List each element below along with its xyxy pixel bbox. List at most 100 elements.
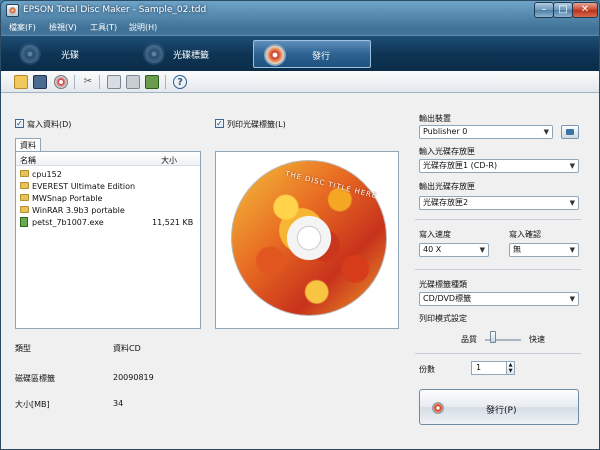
speed-label: 快速 bbox=[529, 335, 545, 344]
copies-stepper[interactable]: ▲ ▼ bbox=[506, 361, 515, 375]
printer-status-icon[interactable] bbox=[126, 75, 140, 89]
tab-disc-label: 光碟 bbox=[61, 51, 80, 61]
chevron-down-icon: ▼ bbox=[569, 246, 575, 254]
publish-disc-icon[interactable] bbox=[54, 75, 68, 89]
tab-label-text: 光碟標籤 bbox=[173, 51, 210, 61]
save-icon[interactable] bbox=[33, 75, 47, 89]
tab-disc[interactable]: 光碟 bbox=[5, 40, 125, 68]
list-item[interactable]: MWSnap Portable bbox=[20, 192, 198, 204]
mode-tabs: 光碟 光碟標籤 發行 bbox=[1, 35, 599, 71]
label-type-label: 光碟標籤種類 bbox=[419, 280, 467, 289]
close-button[interactable]: ✕ bbox=[572, 2, 598, 18]
output-device-value: Publisher 0 bbox=[423, 127, 468, 136]
file-list[interactable]: 名稱 大小 cpu152 EVEREST Ultimate Edition MW… bbox=[15, 151, 201, 329]
toolbar: ✂ ? bbox=[1, 71, 599, 93]
tab-publish-label: 發行 bbox=[312, 52, 331, 62]
app-icon bbox=[6, 4, 19, 17]
window-title: EPSON Total Disc Maker - Sample_02.tdd bbox=[23, 5, 207, 15]
publish-icon bbox=[432, 402, 444, 414]
toolbar-separator bbox=[99, 75, 100, 89]
main-content: ✓ 寫入資料(D) ✓ 列印光碟標籤(L) 資料 名稱 大小 cpu152 EV… bbox=[1, 93, 599, 449]
maximize-button[interactable]: □ bbox=[553, 2, 573, 18]
help-icon[interactable]: ? bbox=[173, 75, 187, 89]
list-header: 名稱 大小 bbox=[16, 152, 200, 166]
input-stacker-value: 光碟存放匣1 (CD-R) bbox=[423, 161, 498, 170]
info-size-value: 34 bbox=[113, 399, 124, 408]
write-speed-value: 40 X bbox=[423, 245, 442, 254]
publish-button[interactable]: 發行(P) bbox=[419, 389, 579, 425]
item-name: WinRAR 3.9b3 portable bbox=[32, 206, 125, 215]
menu-help[interactable]: 說明(H) bbox=[129, 22, 157, 33]
verify-label: 寫入確認 bbox=[509, 230, 541, 239]
output-device-select[interactable]: Publisher 0 ▼ bbox=[419, 125, 553, 139]
info-type-value: 資料CD bbox=[113, 344, 141, 353]
menu-tools[interactable]: 工具(T) bbox=[90, 22, 117, 33]
item-name: cpu152 bbox=[32, 170, 62, 179]
write-data-label: 寫入資料(D) bbox=[27, 120, 72, 129]
publish-icon bbox=[264, 44, 286, 66]
divider bbox=[415, 353, 581, 354]
list-item[interactable]: EVEREST Ultimate Edition bbox=[20, 180, 198, 192]
publish-button-label: 發行(P) bbox=[486, 406, 517, 416]
print-mode-slider[interactable] bbox=[490, 331, 496, 343]
output-stacker-select[interactable]: 光碟存放匣2 ▼ bbox=[419, 196, 579, 210]
device-settings-button[interactable] bbox=[561, 125, 579, 139]
folder-icon bbox=[20, 182, 29, 189]
menu-file[interactable]: 檔案(F) bbox=[9, 22, 36, 33]
tab-disc-label-design[interactable]: 光碟標籤 bbox=[129, 40, 249, 68]
write-speed-select[interactable]: 40 X ▼ bbox=[419, 243, 489, 257]
write-data-checkbox[interactable]: ✓ bbox=[15, 119, 24, 128]
chevron-down-icon: ▼ bbox=[569, 295, 575, 303]
divider bbox=[415, 269, 581, 270]
tools-icon[interactable]: ✂ bbox=[81, 75, 95, 89]
executable-file-icon bbox=[20, 217, 28, 227]
menu-view[interactable]: 檢視(V) bbox=[49, 22, 77, 33]
list-item[interactable]: cpu152 bbox=[20, 168, 198, 180]
output-stacker-label: 輸出光碟存放匣 bbox=[419, 182, 475, 191]
folder-icon bbox=[20, 206, 29, 213]
input-stacker-select[interactable]: 光碟存放匣1 (CD-R) ▼ bbox=[419, 159, 579, 173]
verify-value: 無 bbox=[513, 245, 521, 254]
disc-title-text: THE DISC TITLE HERE bbox=[284, 169, 378, 201]
info-type-key: 類型 bbox=[15, 344, 31, 353]
list-item[interactable]: petst_7b1007.exe 11,521 KB bbox=[20, 216, 198, 228]
label-type-select[interactable]: CD/DVD標籤 ▼ bbox=[419, 292, 579, 306]
item-size: 11,521 KB bbox=[152, 218, 194, 227]
app-window: EPSON Total Disc Maker - Sample_02.tdd –… bbox=[0, 0, 600, 450]
toolbar-separator bbox=[165, 75, 166, 89]
chevron-down-icon: ▼ bbox=[569, 162, 575, 170]
disc-label-preview: THE DISC TITLE HERE bbox=[215, 151, 399, 329]
list-item[interactable]: WinRAR 3.9b3 portable bbox=[20, 204, 198, 216]
verify-select[interactable]: 無 ▼ bbox=[509, 243, 579, 257]
copies-label: 份數 bbox=[419, 365, 435, 374]
disc-preview-image: THE DISC TITLE HERE bbox=[231, 160, 387, 316]
column-size[interactable]: 大小 bbox=[161, 155, 177, 166]
folder-icon bbox=[20, 170, 29, 177]
toolbar-separator bbox=[74, 75, 75, 89]
info-volume-value: 20090819 bbox=[113, 373, 154, 382]
disc-icon bbox=[19, 43, 41, 65]
divider bbox=[415, 219, 581, 220]
monitor-icon[interactable] bbox=[145, 75, 159, 89]
input-stacker-label: 輸入光碟存放匣 bbox=[419, 147, 475, 156]
write-speed-label: 寫入速度 bbox=[419, 230, 451, 239]
tab-publish[interactable]: 發行 bbox=[253, 40, 371, 68]
column-name[interactable]: 名稱 bbox=[20, 155, 36, 166]
info-size-key: 大小[MB] bbox=[15, 400, 50, 409]
chevron-down-icon: ▼ bbox=[543, 128, 549, 136]
title-bar: EPSON Total Disc Maker - Sample_02.tdd –… bbox=[1, 1, 599, 21]
item-name: petst_7b1007.exe bbox=[32, 218, 104, 227]
info-volume-key: 磁碟區標籤 bbox=[15, 374, 55, 383]
printer-settings-icon[interactable] bbox=[107, 75, 121, 89]
minimize-button[interactable]: – bbox=[534, 2, 554, 18]
chevron-down-icon: ▼ bbox=[479, 246, 485, 254]
tab-data[interactable]: 資料 bbox=[15, 138, 41, 152]
open-folder-icon[interactable] bbox=[14, 75, 28, 89]
output-stacker-value: 光碟存放匣2 bbox=[423, 198, 469, 207]
chevron-down-icon: ▼ bbox=[569, 199, 575, 207]
folder-icon bbox=[20, 194, 29, 201]
item-name: MWSnap Portable bbox=[32, 194, 103, 203]
print-label-checkbox[interactable]: ✓ bbox=[215, 119, 224, 128]
output-device-label: 輸出裝置 bbox=[419, 114, 451, 123]
copies-input[interactable]: 1 bbox=[471, 361, 507, 375]
